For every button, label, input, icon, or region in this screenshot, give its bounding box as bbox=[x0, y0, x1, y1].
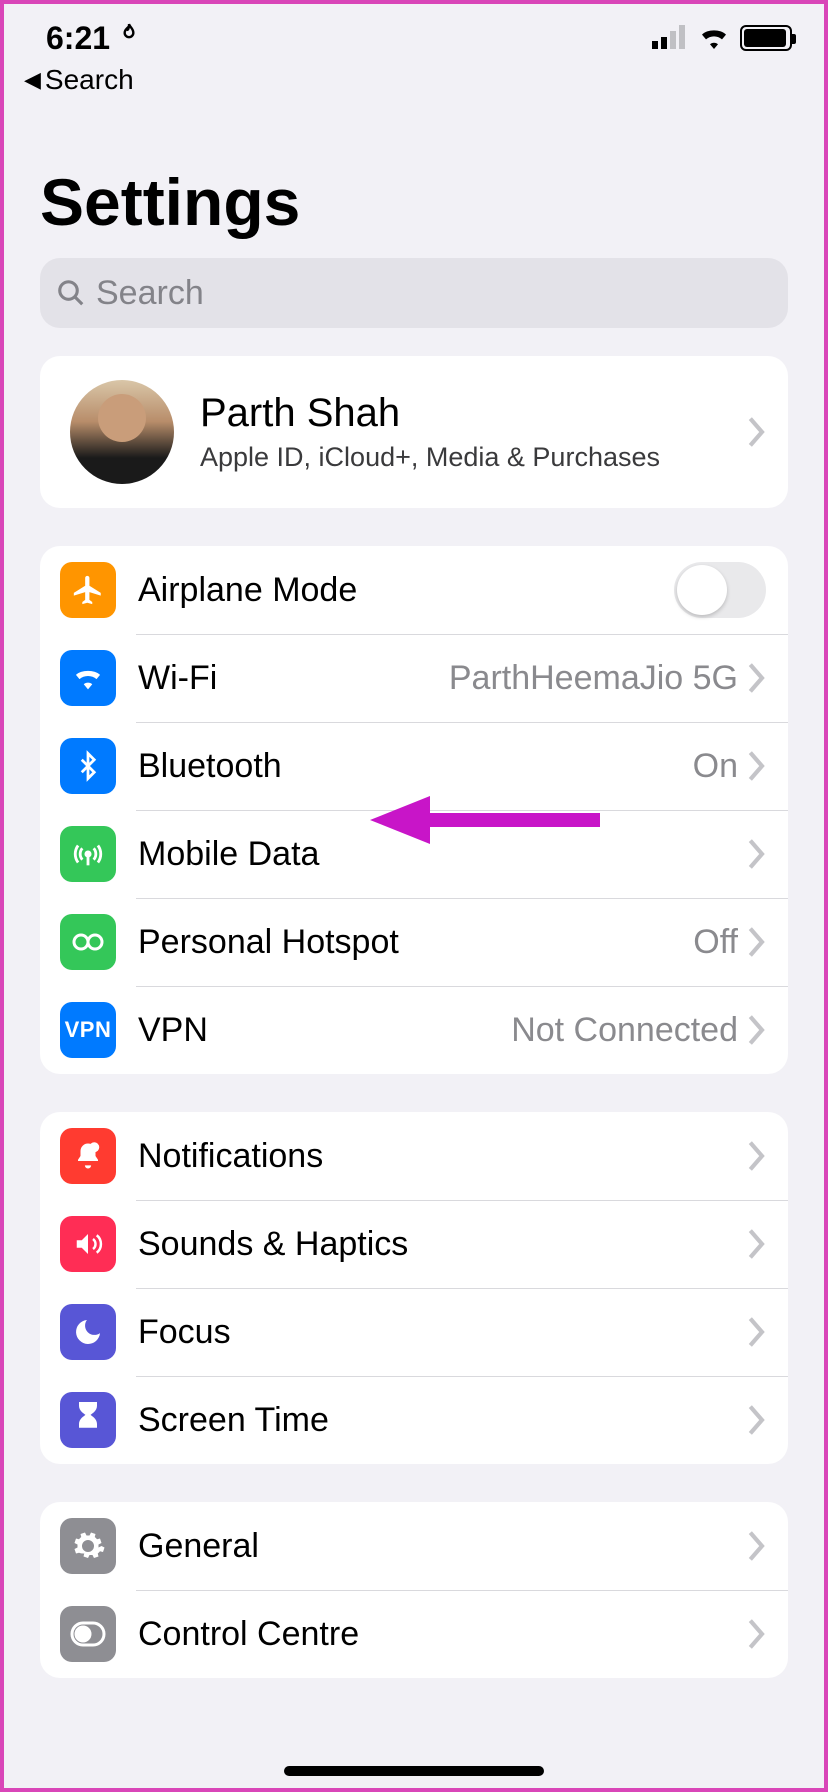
wifi-label: Wi-Fi bbox=[138, 659, 449, 698]
notifications-row[interactable]: Notifications bbox=[40, 1112, 788, 1200]
vpn-icon: VPN bbox=[60, 1002, 116, 1058]
general-label: General bbox=[138, 1527, 748, 1566]
hotspot-icon bbox=[60, 914, 116, 970]
alerts-group: Notifications Sounds & Haptics Focus Scr… bbox=[40, 1112, 788, 1464]
vpn-label: VPN bbox=[138, 1011, 511, 1050]
chevron-right-icon bbox=[748, 1531, 766, 1561]
cellular-antenna-icon bbox=[60, 826, 116, 882]
chevron-right-icon bbox=[748, 927, 766, 957]
network-group: Airplane Mode Wi-Fi ParthHeemaJio 5G Blu… bbox=[40, 546, 788, 1074]
bluetooth-row[interactable]: Bluetooth On bbox=[40, 722, 788, 810]
airplane-label: Airplane Mode bbox=[138, 571, 674, 610]
general-group: General Control Centre bbox=[40, 1502, 788, 1678]
hotspot-value: Off bbox=[693, 923, 738, 962]
notifications-icon bbox=[60, 1128, 116, 1184]
sounds-icon bbox=[60, 1216, 116, 1272]
wifi-settings-icon bbox=[60, 650, 116, 706]
control-centre-icon bbox=[60, 1606, 116, 1662]
bluetooth-icon bbox=[60, 738, 116, 794]
chevron-right-icon bbox=[748, 751, 766, 781]
sounds-row[interactable]: Sounds & Haptics bbox=[40, 1200, 788, 1288]
home-indicator[interactable] bbox=[284, 1766, 544, 1776]
chevron-right-icon bbox=[748, 1141, 766, 1171]
control-centre-label: Control Centre bbox=[138, 1615, 748, 1654]
bluetooth-label: Bluetooth bbox=[138, 747, 693, 786]
back-to-search[interactable]: ◀ Search bbox=[4, 60, 824, 104]
cellular-icon bbox=[652, 20, 688, 57]
back-label: Search bbox=[45, 64, 134, 96]
airplane-icon bbox=[60, 562, 116, 618]
general-row[interactable]: General bbox=[40, 1502, 788, 1590]
focus-label: Focus bbox=[138, 1313, 748, 1352]
vpn-row[interactable]: VPN VPN Not Connected bbox=[40, 986, 788, 1074]
activity-icon bbox=[116, 20, 142, 57]
focus-icon bbox=[60, 1304, 116, 1360]
mobile-data-row[interactable]: Mobile Data bbox=[40, 810, 788, 898]
chevron-right-icon bbox=[748, 839, 766, 869]
vpn-value: Not Connected bbox=[511, 1011, 738, 1050]
focus-row[interactable]: Focus bbox=[40, 1288, 788, 1376]
wifi-row[interactable]: Wi-Fi ParthHeemaJio 5G bbox=[40, 634, 788, 722]
notifications-label: Notifications bbox=[138, 1137, 748, 1176]
gear-icon bbox=[60, 1518, 116, 1574]
profile-group: Parth Shah Apple ID, iCloud+, Media & Pu… bbox=[40, 356, 788, 508]
status-bar: 6:21 bbox=[4, 4, 824, 60]
battery-icon bbox=[740, 25, 792, 51]
search-placeholder: Search bbox=[96, 274, 204, 313]
page-title: Settings bbox=[4, 104, 824, 258]
airplane-toggle[interactable] bbox=[674, 562, 766, 618]
search-input[interactable]: Search bbox=[40, 258, 788, 328]
chevron-right-icon bbox=[748, 1229, 766, 1259]
screen-time-row[interactable]: Screen Time bbox=[40, 1376, 788, 1464]
chevron-right-icon bbox=[748, 663, 766, 693]
airplane-mode-row[interactable]: Airplane Mode bbox=[40, 546, 788, 634]
chevron-right-icon bbox=[748, 1405, 766, 1435]
screen-time-icon bbox=[60, 1392, 116, 1448]
profile-subtitle: Apple ID, iCloud+, Media & Purchases bbox=[200, 442, 748, 473]
wifi-icon bbox=[698, 20, 730, 57]
hotspot-label: Personal Hotspot bbox=[138, 923, 693, 962]
screen-time-label: Screen Time bbox=[138, 1401, 748, 1440]
back-chevron-icon: ◀ bbox=[24, 67, 41, 93]
apple-id-row[interactable]: Parth Shah Apple ID, iCloud+, Media & Pu… bbox=[40, 356, 788, 508]
chevron-right-icon bbox=[748, 1619, 766, 1649]
chevron-right-icon bbox=[748, 417, 766, 447]
profile-name: Parth Shah bbox=[200, 391, 748, 436]
chevron-right-icon bbox=[748, 1317, 766, 1347]
sounds-label: Sounds & Haptics bbox=[138, 1225, 748, 1264]
mobile-data-label: Mobile Data bbox=[138, 835, 748, 874]
wifi-value: ParthHeemaJio 5G bbox=[449, 659, 738, 698]
search-icon bbox=[56, 278, 86, 308]
bluetooth-value: On bbox=[693, 747, 738, 786]
avatar bbox=[70, 380, 174, 484]
control-centre-row[interactable]: Control Centre bbox=[40, 1590, 788, 1678]
personal-hotspot-row[interactable]: Personal Hotspot Off bbox=[40, 898, 788, 986]
chevron-right-icon bbox=[748, 1015, 766, 1045]
status-time: 6:21 bbox=[46, 20, 110, 57]
